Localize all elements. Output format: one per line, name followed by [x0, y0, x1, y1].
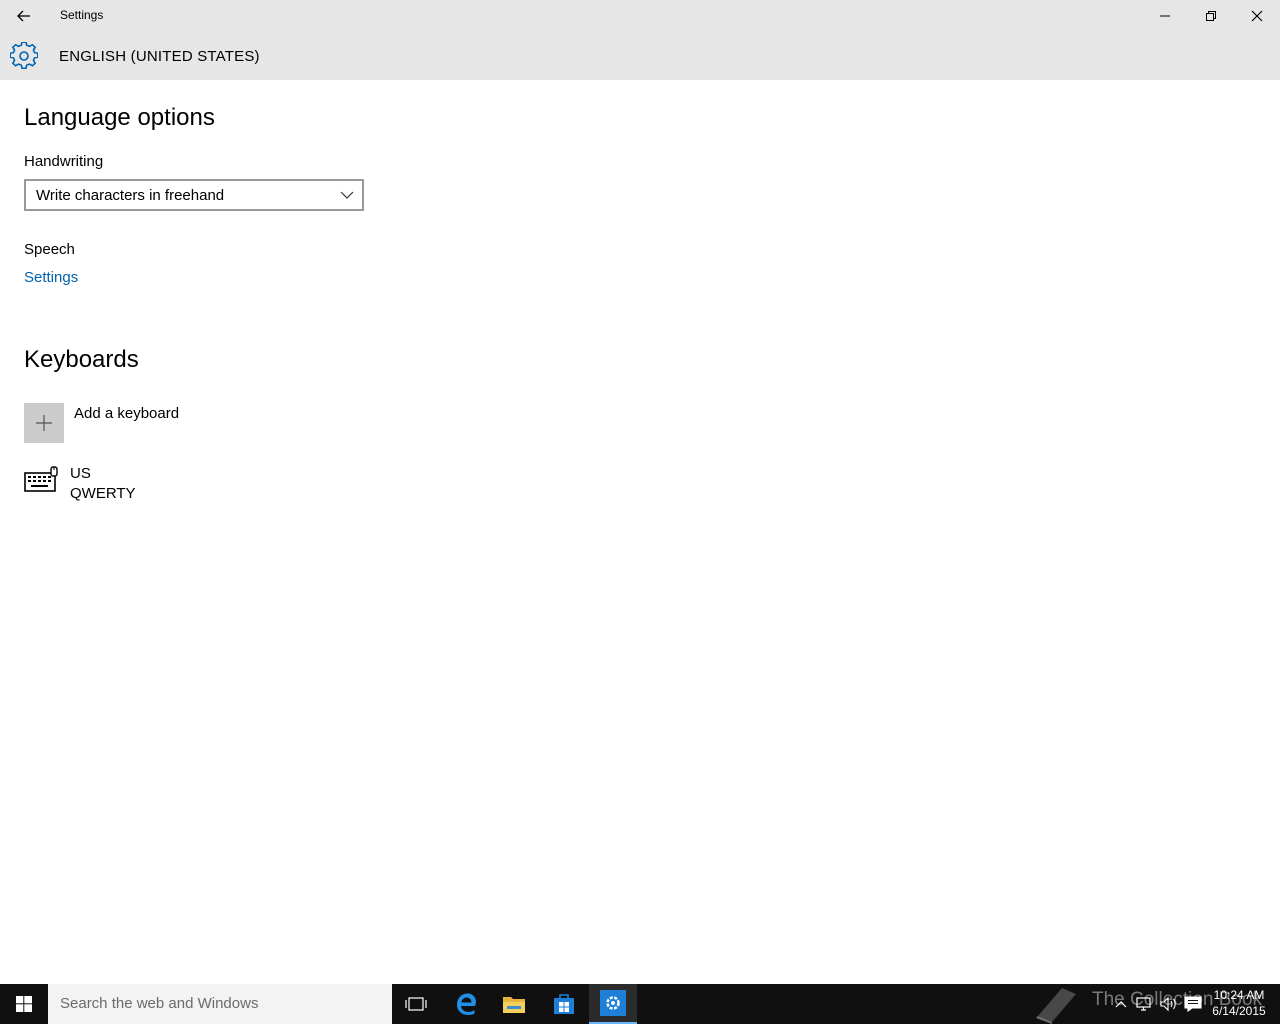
keyboard-list-item[interactable]: US QWERTY — [24, 462, 224, 506]
add-tile — [24, 403, 64, 443]
search-placeholder: Search the web and Windows — [60, 995, 259, 1012]
file-explorer-button[interactable] — [490, 984, 538, 1024]
edge-icon — [457, 993, 476, 1015]
clock-date: 6/14/2015 — [1212, 1004, 1266, 1018]
network-button[interactable] — [1135, 994, 1155, 1014]
taskbar: Search the web and Windows The Collectio… — [0, 984, 1280, 1024]
add-keyboard-label: Add a keyboard — [74, 405, 180, 422]
keyboard-layout: QWERTY — [70, 485, 136, 502]
speech-settings-link[interactable]: Settings — [24, 269, 78, 286]
action-center-icon — [1184, 996, 1202, 1012]
close-icon — [1251, 10, 1263, 22]
book-icon — [1036, 988, 1076, 1024]
handwriting-dropdown[interactable]: Write characters in freehand — [24, 179, 364, 211]
edge-button[interactable] — [442, 984, 490, 1024]
volume-icon — [1160, 996, 1176, 1012]
window-title: Settings — [60, 8, 104, 22]
page-title: ENGLISH (UNITED STATES) — [59, 48, 260, 65]
settings-taskbar-button[interactable] — [589, 984, 637, 1024]
chevron-up-icon — [1115, 1001, 1127, 1008]
handwriting-label: Handwriting — [24, 153, 104, 170]
back-arrow-icon — [17, 10, 30, 22]
add-keyboard-button[interactable]: Add a keyboard — [24, 403, 244, 443]
task-view-icon — [405, 997, 427, 1011]
chevron-down-icon — [340, 191, 354, 199]
keyboard-icon — [24, 466, 58, 492]
restore-icon — [1206, 11, 1216, 21]
search-box[interactable]: Search the web and Windows — [48, 984, 392, 1024]
plus-icon — [36, 415, 52, 431]
keyboard-name: US — [70, 465, 91, 482]
volume-button[interactable] — [1159, 994, 1179, 1014]
close-button[interactable] — [1234, 0, 1280, 32]
restore-button[interactable] — [1188, 0, 1234, 32]
store-icon — [554, 994, 574, 1014]
show-hidden-icons-button[interactable] — [1111, 994, 1131, 1014]
handwriting-selected-value: Write characters in freehand — [36, 187, 225, 204]
minimize-button[interactable] — [1142, 0, 1188, 32]
store-button[interactable] — [540, 984, 588, 1024]
action-center-button[interactable] — [1183, 994, 1203, 1014]
gear-icon — [10, 42, 38, 69]
language-options-heading: Language options — [24, 104, 215, 131]
task-view-button[interactable] — [392, 984, 440, 1024]
title-bar: Settings — [0, 0, 1280, 32]
network-icon — [1136, 997, 1151, 1011]
windows-logo-icon — [16, 996, 32, 1012]
file-explorer-icon — [503, 997, 525, 1013]
start-button[interactable] — [0, 984, 48, 1024]
minimize-icon — [1160, 15, 1170, 17]
back-button[interactable] — [0, 0, 48, 32]
page-header: ENGLISH (UNITED STATES) — [0, 32, 1280, 80]
speech-label: Speech — [24, 241, 75, 258]
clock-time: 10:24 AM — [1213, 988, 1265, 1002]
keyboards-heading: Keyboards — [24, 346, 139, 373]
settings-icon — [600, 990, 626, 1016]
clock[interactable]: 10:24 AM 6/14/2015 — [1208, 987, 1270, 1019]
